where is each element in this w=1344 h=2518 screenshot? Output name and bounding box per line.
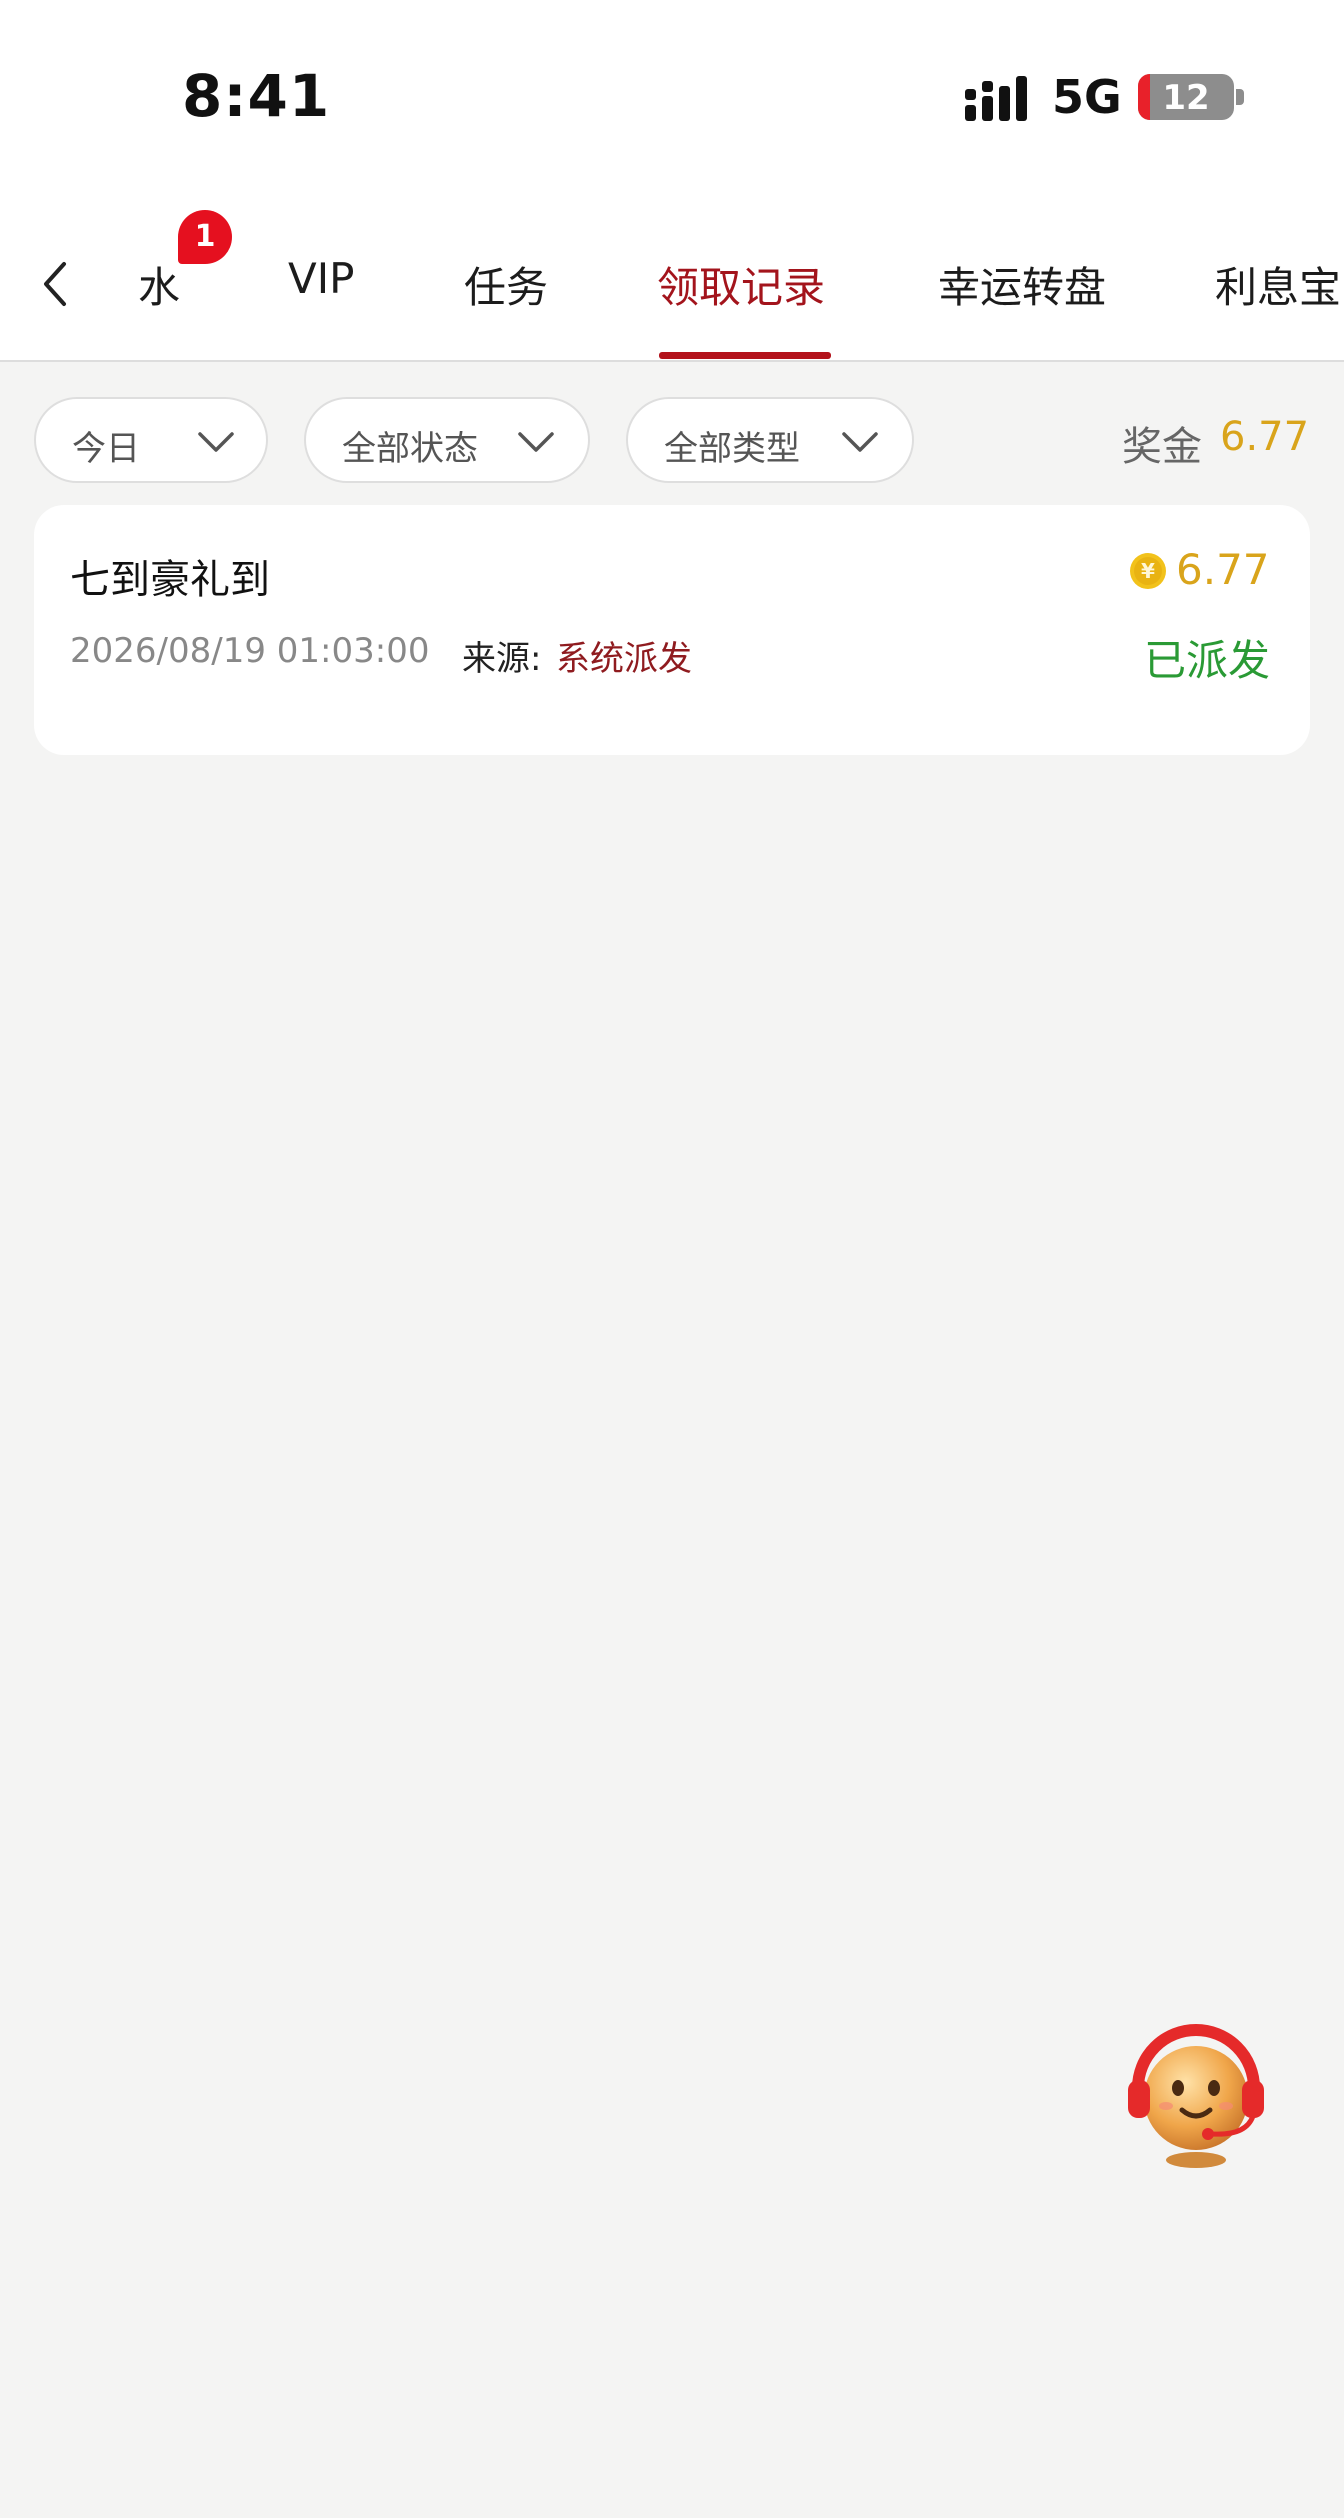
bonus-total: 6.77 [1220,414,1310,460]
battery-icon: 12 [1138,74,1234,120]
customer-service-avatar-icon[interactable] [1116,2018,1276,2170]
battery-level: 12 [1162,78,1210,118]
date-filter-label: 今日 [72,429,140,469]
bonus-label: 奖金 [1122,424,1202,470]
status-filter-label: 全部状态 [342,429,478,469]
type-filter-label: 全部类型 [664,429,800,469]
record-time: 2026/08/19 01:03:00 [70,631,430,671]
status-filter[interactable]: 全部状态 [304,397,590,483]
status-time: 8:41 [182,62,331,130]
tab-vip[interactable]: VIP [288,254,354,303]
type-filter[interactable]: 全部类型 [626,397,914,483]
record-amount: 6.77 [1176,545,1270,594]
tab-lucky-wheel[interactable]: 幸运转盘 [938,254,1106,315]
date-filter[interactable]: 今日 [34,397,268,483]
tab-water[interactable]: 水 [138,254,180,315]
record-title: 七到豪礼到 [70,557,270,603]
record-status: 已派发 [1144,636,1271,685]
chevron-down-icon [198,432,234,452]
network-type: 5G [1052,70,1122,124]
battery-cap [1236,89,1244,105]
tab-tasks[interactable]: 任务 [464,254,548,315]
tab-interest-treasure[interactable]: 利息宝 [1215,254,1341,315]
record-source-label: 来源: [462,639,542,679]
record-card: 七到豪礼到 ¥ 6.77 2026/08/19 01:03:00 来源: 系统派… [34,505,1310,755]
svg-text:¥: ¥ [1141,559,1155,583]
chevron-down-icon [518,432,554,452]
record-source: 系统派发 [556,639,692,679]
back-arrow-icon[interactable] [34,256,78,312]
tab-badge: 1 [178,210,232,264]
chevron-down-icon [842,432,878,452]
active-tab-indicator [659,352,831,359]
status-bar: 8:41 5G 12 [0,0,1344,200]
tab-claim-records[interactable]: 领取记录 [657,254,825,315]
coin-icon: ¥ [1130,553,1166,589]
signal-bars-icon [965,76,1027,121]
